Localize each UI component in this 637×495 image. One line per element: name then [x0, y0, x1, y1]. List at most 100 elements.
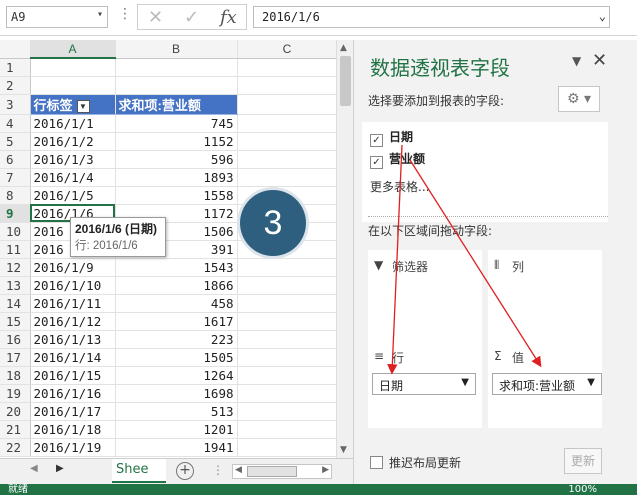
row-number[interactable]: 19 [0, 384, 31, 403]
pivot-row-value[interactable]: 1893 [115, 168, 238, 187]
scroll-thumb[interactable] [247, 466, 297, 477]
sheet-tab[interactable]: Shee ... [112, 459, 166, 492]
pivot-row-label-header[interactable]: 行标签 ▼ [30, 94, 116, 115]
cell[interactable] [237, 420, 338, 439]
scroll-down-icon[interactable]: ▼ [340, 445, 347, 455]
row-number[interactable]: 22 [0, 438, 31, 457]
cell[interactable] [30, 58, 116, 77]
cell[interactable] [237, 312, 338, 331]
pivot-row-date[interactable]: 2016/1/1 [30, 114, 116, 133]
pivot-row-value[interactable]: 458 [115, 294, 238, 313]
enter-icon[interactable]: ✓ [184, 7, 199, 28]
field-item-revenue[interactable]: ✓ 营业额 [370, 150, 425, 169]
filters-area[interactable]: ▼ 筛选器 [368, 250, 482, 345]
checkbox-icon[interactable]: ✓ [370, 134, 383, 147]
more-tables-link[interactable]: 更多表格... [370, 178, 429, 195]
row-number[interactable]: 4 [0, 114, 31, 133]
pivot-row-date[interactable]: 2016/1/4 [30, 168, 116, 187]
pivot-row-value[interactable]: 596 [115, 150, 238, 169]
update-button[interactable]: 更新 [564, 448, 602, 474]
row-number[interactable]: 12 [0, 258, 31, 277]
pivot-sum-header[interactable]: 求和项:营业额 [115, 94, 238, 115]
pivot-row-date[interactable]: 2016/1/18 [30, 420, 116, 439]
row-number[interactable]: 6 [0, 150, 31, 169]
pivot-row-value[interactable]: 1543 [115, 258, 238, 277]
row-number[interactable]: 15 [0, 312, 31, 331]
cell[interactable] [237, 132, 338, 151]
pivot-row-value[interactable]: 1558 [115, 186, 238, 205]
cell[interactable] [115, 58, 238, 77]
values-area[interactable]: Σ 值 求和项:营业额 ▼ [488, 343, 602, 428]
pivot-row-date[interactable]: 2016/1/12 [30, 312, 116, 331]
chevron-down-icon[interactable]: ▼ [587, 377, 595, 388]
row-number[interactable]: 16 [0, 330, 31, 349]
row-number[interactable]: 17 [0, 348, 31, 367]
select-all-corner[interactable] [0, 40, 31, 59]
pivot-row-date[interactable]: 2016/1/13 [30, 330, 116, 349]
name-box[interactable]: A9 ▾ [6, 6, 108, 28]
cell[interactable] [237, 330, 338, 349]
cell[interactable] [237, 402, 338, 421]
row-number[interactable]: 1 [0, 58, 31, 77]
cell[interactable] [237, 348, 338, 367]
row-number[interactable]: 14 [0, 294, 31, 313]
scroll-left-icon[interactable]: ◀ [235, 465, 242, 475]
column-header-b[interactable]: B [115, 40, 238, 59]
prev-sheet-icon[interactable]: ◀ [30, 463, 38, 474]
pivot-row-date[interactable]: 2016/1/3 [30, 150, 116, 169]
rows-field-item[interactable]: 日期 ▼ [372, 373, 476, 395]
cell[interactable] [237, 114, 338, 133]
cell[interactable] [237, 150, 338, 169]
pivot-row-date[interactable]: 2016/1/11 [30, 294, 116, 313]
pivot-row-date[interactable]: 2016/1/2 [30, 132, 116, 151]
column-header-c[interactable]: C [237, 40, 338, 59]
scroll-right-icon[interactable]: ▶ [322, 465, 329, 475]
checkbox-icon[interactable]: ✓ [370, 156, 383, 169]
row-number[interactable]: 20 [0, 402, 31, 421]
columns-area[interactable]: ⦀ 列 [488, 250, 602, 345]
chevron-down-icon[interactable]: ▼ [461, 377, 469, 388]
checkbox-icon[interactable] [370, 456, 383, 469]
insert-function-button[interactable]: fx [220, 7, 237, 28]
horizontal-scrollbar[interactable]: ◀ ▶ [232, 464, 332, 479]
pivot-row-value[interactable]: 223 [115, 330, 238, 349]
vertical-scrollbar[interactable]: ▲ ▼ [336, 40, 353, 458]
close-icon[interactable]: ✕ [592, 50, 607, 71]
cell[interactable] [237, 258, 338, 277]
formula-input[interactable]: 2016/1/6 ⌄ [253, 6, 610, 28]
pivot-row-value[interactable]: 745 [115, 114, 238, 133]
pivot-row-value[interactable]: 513 [115, 402, 238, 421]
pivot-row-date[interactable]: 2016/1/14 [30, 348, 116, 367]
pivot-row-date[interactable]: 2016/1/17 [30, 402, 116, 421]
chevron-down-icon[interactable]: ▾ [97, 9, 103, 20]
row-number[interactable]: 8 [0, 186, 31, 205]
pivot-row-value[interactable]: 1617 [115, 312, 238, 331]
pivot-row-value[interactable]: 1201 [115, 420, 238, 439]
defer-update-option[interactable]: 推迟布局更新 [370, 454, 461, 471]
pivot-row-date[interactable]: 2016/1/19 [30, 438, 116, 457]
pivot-row-date[interactable]: 2016/1/5 [30, 186, 116, 205]
pivot-row-date[interactable]: 2016/1/15 [30, 366, 116, 385]
pivot-row-date[interactable]: 2016/1/10 [30, 276, 116, 295]
cell[interactable] [237, 58, 338, 77]
row-number[interactable]: 21 [0, 420, 31, 439]
cell[interactable] [115, 76, 238, 95]
row-number[interactable]: 11 [0, 240, 31, 259]
scroll-up-icon[interactable]: ▲ [340, 43, 347, 53]
cell[interactable] [237, 76, 338, 95]
add-sheet-button[interactable]: + [176, 462, 194, 480]
cell[interactable] [237, 276, 338, 295]
pivot-row-date[interactable]: 2016/1/16 [30, 384, 116, 403]
pivot-row-value[interactable]: 1264 [115, 366, 238, 385]
pivot-row-date[interactable]: 2016/1/9 [30, 258, 116, 277]
values-field-item[interactable]: 求和项:营业额 ▼ [492, 373, 602, 395]
column-header-a[interactable]: A [30, 40, 116, 59]
row-number[interactable]: 5 [0, 132, 31, 151]
pivot-row-value[interactable]: 1941 [115, 438, 238, 457]
rows-area[interactable]: ≡ 行 日期 ▼ [368, 343, 482, 428]
pane-options-icon[interactable]: ▼ [572, 54, 581, 68]
next-sheet-icon[interactable]: ▶ [56, 463, 64, 474]
cell[interactable] [237, 294, 338, 313]
row-number[interactable]: 7 [0, 168, 31, 187]
pivot-row-value[interactable]: 1866 [115, 276, 238, 295]
